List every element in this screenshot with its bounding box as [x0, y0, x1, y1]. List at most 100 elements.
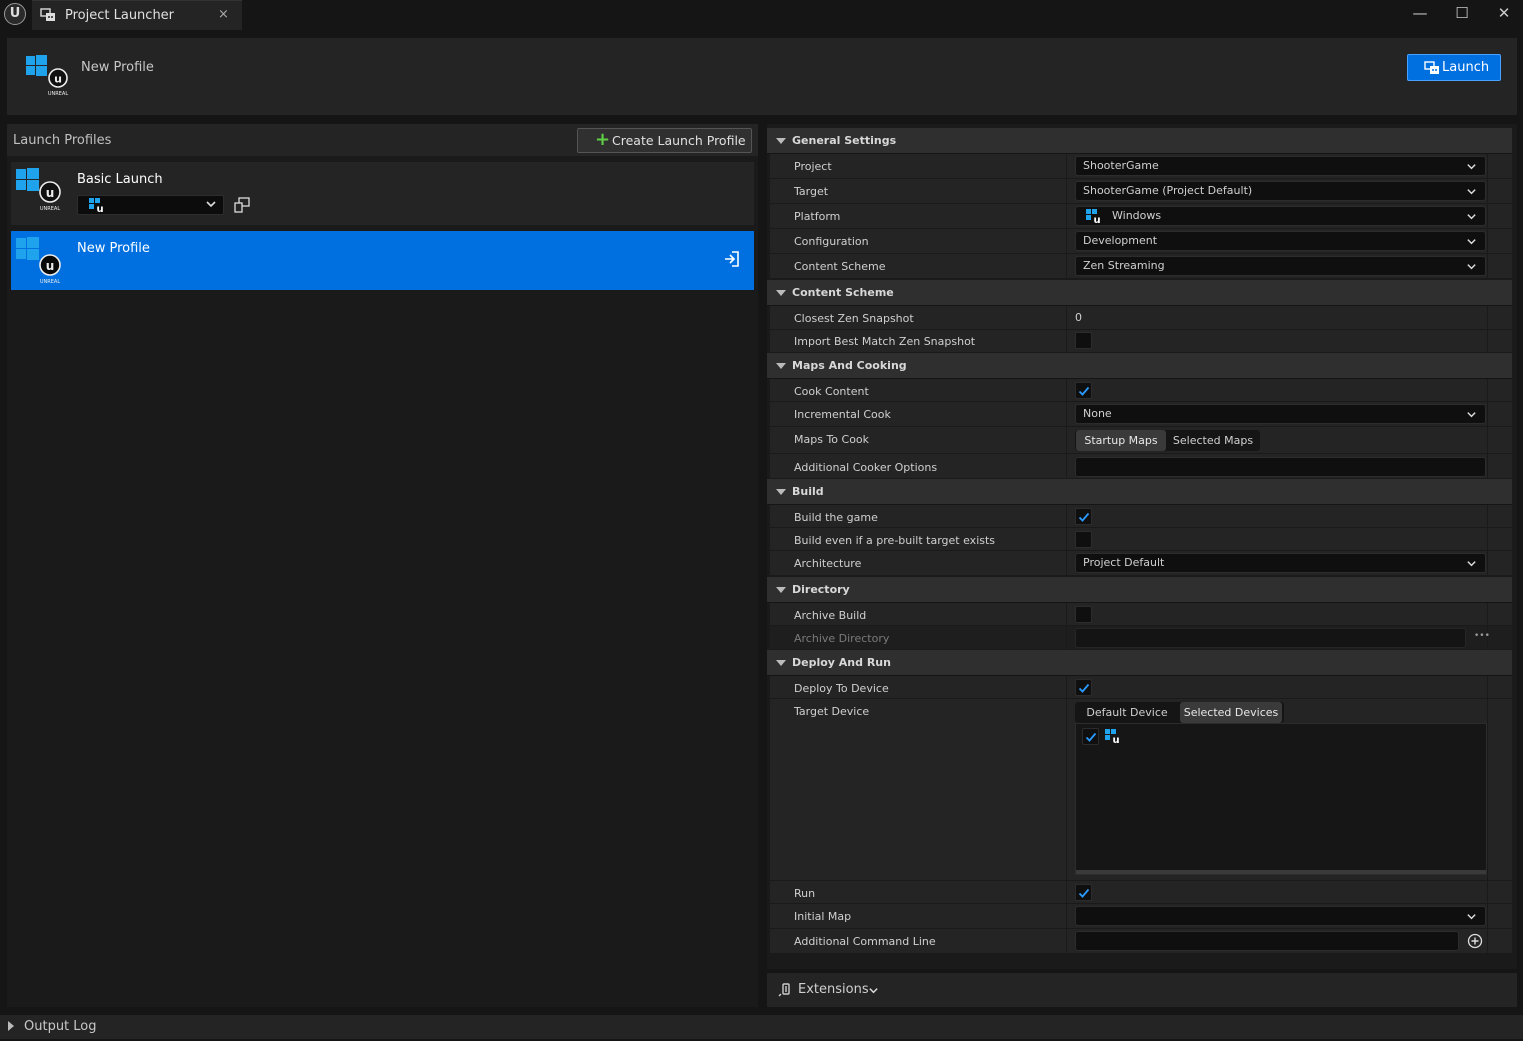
- project-label: Project: [794, 160, 832, 173]
- incremental-cook-value: None: [1083, 407, 1112, 420]
- collapse-arrow-icon: [776, 290, 786, 296]
- section-maps-and-cooking[interactable]: Maps And Cooking: [767, 353, 1512, 379]
- build-the-game-checkbox[interactable]: [1075, 508, 1092, 525]
- cook-content-label: Cook Content: [794, 385, 869, 398]
- launch-label: Launch: [1442, 60, 1489, 75]
- device-list: u: [1075, 723, 1487, 875]
- plus-icon: +: [595, 129, 610, 151]
- svg-text:UNREAL: UNREAL: [48, 91, 68, 97]
- windows-device-icon: u: [1105, 729, 1121, 744]
- row-build-even-if-prebuilt: Build even if a pre-built target exists: [770, 528, 1512, 551]
- section-build[interactable]: Build: [767, 479, 1512, 505]
- row-target-device: Target Device Default Device Selected De…: [770, 699, 1512, 881]
- default-device-option[interactable]: Default Device: [1076, 702, 1178, 723]
- import-best-match-label: Import Best Match Zen Snapshot: [794, 335, 975, 348]
- collapse-arrow-icon: [776, 660, 786, 666]
- row-additional-cooker-options: Additional Cooker Options: [770, 454, 1512, 479]
- svg-text:u: u: [1093, 215, 1100, 224]
- maximize-button[interactable]: ☐: [1442, 2, 1482, 26]
- add-circle-icon[interactable]: [1467, 933, 1483, 949]
- launch-icon: [1424, 61, 1440, 75]
- configuration-label: Configuration: [794, 235, 869, 248]
- close-button[interactable]: ✕: [1484, 2, 1523, 26]
- svg-text:UNREAL: UNREAL: [40, 279, 60, 285]
- svg-text:UNREAL: UNREAL: [40, 206, 60, 212]
- closest-zen-snapshot-label: Closest Zen Snapshot: [794, 312, 914, 325]
- target-combo[interactable]: ShooterGame (Project Default): [1075, 181, 1486, 201]
- launch-profiles-header: Launch Profiles + Create Launch Profile: [7, 124, 758, 156]
- create-launch-profile-label: Create Launch Profile: [612, 133, 746, 148]
- build-even-if-prebuilt-checkbox[interactable]: [1075, 531, 1092, 548]
- selected-devices-option[interactable]: Selected Devices: [1180, 702, 1282, 723]
- selected-maps-option[interactable]: Selected Maps: [1168, 430, 1258, 451]
- title-bar: U Project Launcher × — ☐ ✕: [0, 0, 1523, 30]
- profile-header: u UNREAL New Profile Launch: [7, 38, 1517, 115]
- output-log-bar[interactable]: Output Log: [0, 1015, 1523, 1039]
- archive-directory-input[interactable]: [1075, 628, 1466, 648]
- architecture-combo[interactable]: Project Default: [1075, 553, 1486, 573]
- section-directory[interactable]: Directory: [767, 577, 1512, 603]
- maps-to-cook-toggle: Startup Maps Selected Maps: [1075, 430, 1260, 451]
- import-best-match-checkbox[interactable]: [1075, 332, 1092, 349]
- incremental-cook-label: Incremental Cook: [794, 408, 891, 421]
- cook-content-checkbox[interactable]: [1075, 382, 1092, 399]
- content-scheme-combo[interactable]: Zen Streaming: [1075, 256, 1486, 276]
- settings-panel: General Settings Project ShooterGame Tar…: [767, 124, 1517, 969]
- device-settings-icon[interactable]: [234, 197, 250, 213]
- maps-to-cook-label: Maps To Cook: [794, 433, 869, 446]
- additional-command-line-input[interactable]: [1075, 931, 1459, 951]
- launch-button[interactable]: Launch: [1407, 54, 1501, 81]
- chevron-down-icon: [1466, 236, 1477, 247]
- run-checkbox[interactable]: [1075, 884, 1092, 901]
- project-value: ShooterGame: [1083, 159, 1159, 172]
- windows-unreal-platform-icon: u UNREAL: [26, 55, 74, 103]
- extensions-bar[interactable]: Extensions: [767, 973, 1517, 1007]
- create-launch-profile-button[interactable]: + Create Launch Profile: [577, 128, 752, 153]
- unreal-logo-icon[interactable]: U: [4, 3, 26, 25]
- svg-text:u: u: [46, 259, 55, 273]
- section-title: Maps And Cooking: [792, 359, 907, 372]
- checkmark-icon: [1078, 682, 1090, 694]
- platform-combo[interactable]: u Windows: [1075, 206, 1486, 226]
- row-archive-build: Archive Build: [770, 603, 1512, 626]
- project-combo[interactable]: ShooterGame: [1075, 156, 1486, 176]
- row-maps-to-cook: Maps To Cook Startup Maps Selected Maps: [770, 427, 1512, 454]
- row-content-scheme: Content Scheme Zen Streaming: [770, 254, 1512, 279]
- chevron-down-icon: [1466, 211, 1477, 222]
- profile-item-new-profile[interactable]: u UNREAL New Profile: [11, 231, 754, 290]
- target-value: ShooterGame (Project Default): [1083, 184, 1252, 197]
- section-general-settings[interactable]: General Settings: [767, 128, 1512, 154]
- chevron-down-icon: [205, 198, 217, 210]
- section-title: Directory: [792, 583, 850, 596]
- windows-unreal-platform-icon: u UNREAL: [16, 168, 66, 218]
- deploy-to-device-checkbox[interactable]: [1075, 679, 1092, 696]
- collapse-arrow-icon: [776, 489, 786, 495]
- target-device-toggle: Default Device Selected Devices: [1075, 702, 1284, 723]
- device-checkbox[interactable]: [1082, 728, 1099, 745]
- row-architecture: Architecture Project Default: [770, 551, 1512, 576]
- tab-project-launcher[interactable]: Project Launcher ×: [32, 0, 242, 30]
- profile-item-basic-launch[interactable]: u UNREAL Basic Launch u: [11, 162, 754, 225]
- startup-maps-option[interactable]: Startup Maps: [1076, 430, 1166, 451]
- configuration-combo[interactable]: Development: [1075, 231, 1486, 251]
- checkmark-icon: [1078, 511, 1090, 523]
- initial-map-combo[interactable]: [1075, 906, 1486, 926]
- minimize-button[interactable]: —: [1400, 2, 1440, 26]
- open-profile-icon[interactable]: [723, 251, 739, 267]
- row-target: Target ShooterGame (Project Default): [770, 179, 1512, 204]
- output-log-label: Output Log: [24, 1019, 97, 1034]
- section-deploy-and-run[interactable]: Deploy And Run: [767, 650, 1512, 676]
- browse-button[interactable]: •••: [1474, 631, 1490, 641]
- closest-zen-snapshot-value[interactable]: 0: [1075, 311, 1082, 324]
- tab-close-icon[interactable]: ×: [218, 7, 229, 22]
- device-select[interactable]: u: [77, 195, 224, 215]
- incremental-cook-combo[interactable]: None: [1075, 404, 1486, 424]
- collapse-arrow-icon: [776, 363, 786, 369]
- additional-cooker-options-input[interactable]: [1075, 457, 1486, 477]
- checkmark-icon: [1078, 887, 1090, 899]
- row-configuration: Configuration Development: [770, 229, 1512, 254]
- section-content-scheme[interactable]: Content Scheme: [767, 280, 1512, 306]
- row-project: Project ShooterGame: [770, 154, 1512, 179]
- archive-build-checkbox[interactable]: [1075, 606, 1092, 623]
- device-list-scrollbar[interactable]: [1076, 870, 1486, 874]
